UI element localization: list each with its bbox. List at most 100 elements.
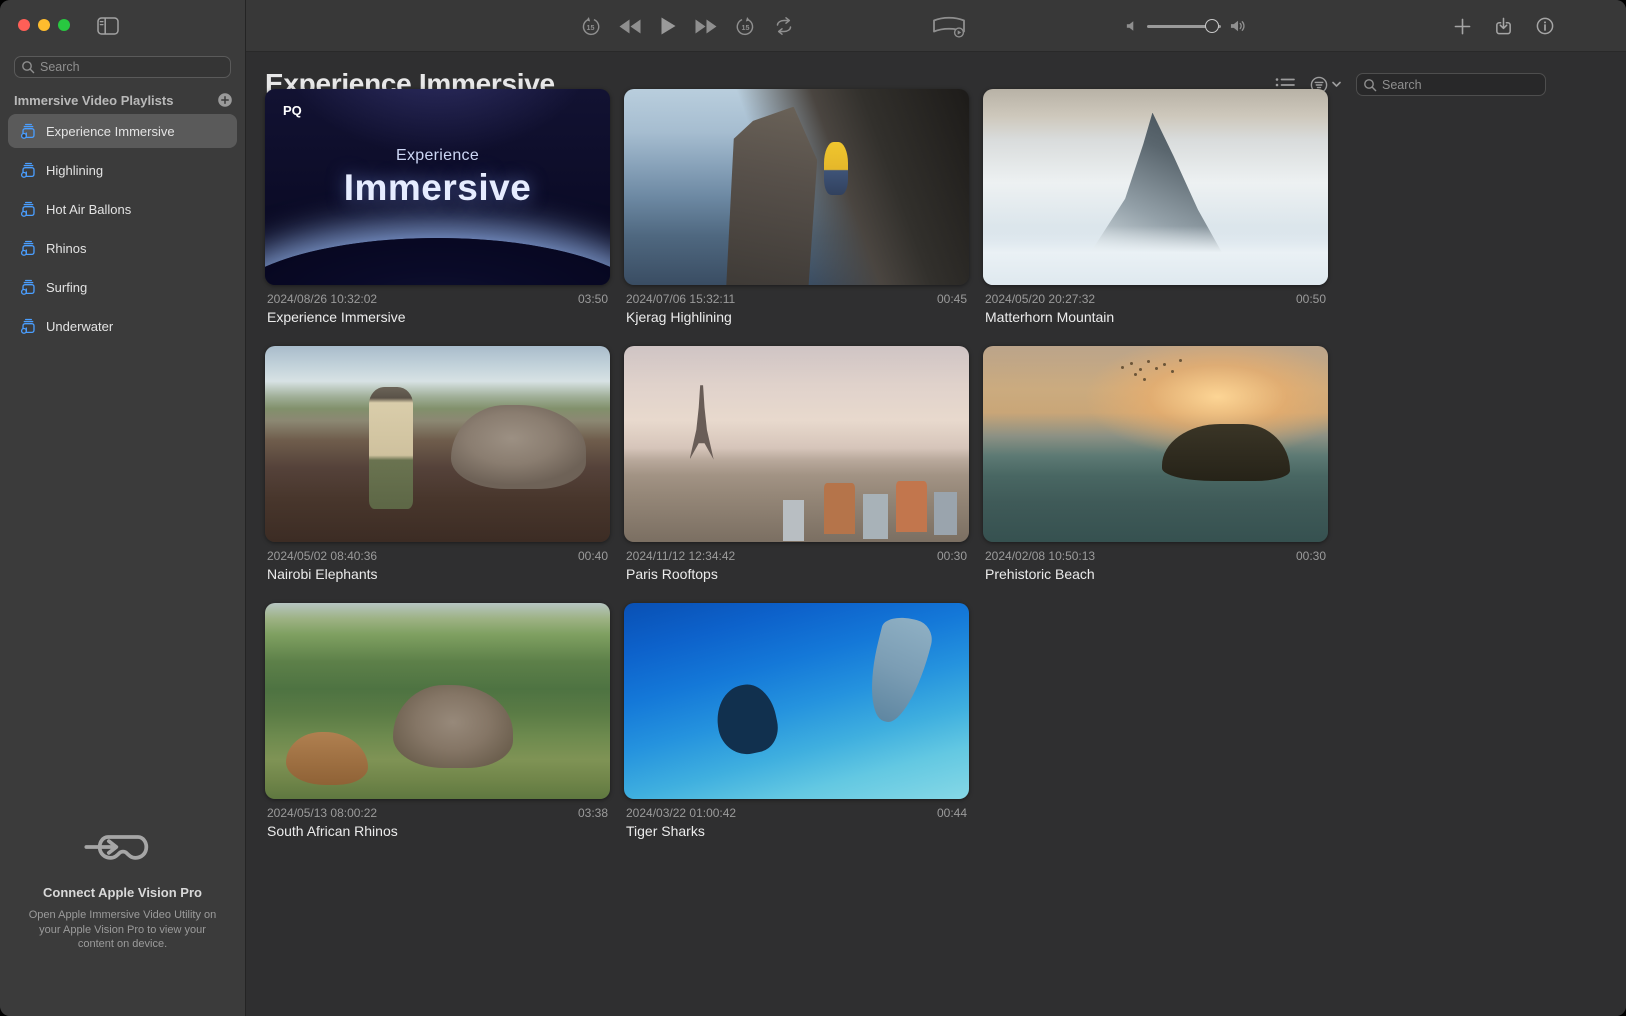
video-meta: 2024/07/06 15:32:11 00:45 [624,292,969,306]
video-date: 2024/05/20 20:27:32 [985,292,1095,306]
playlist-icon [20,240,37,257]
search-icon [1363,78,1377,92]
video-date: 2024/11/12 12:34:42 [626,549,735,563]
playlist-icon [20,123,37,140]
video-meta: 2024/11/12 12:34:42 00:30 [624,549,969,563]
video-thumbnail[interactable] [983,346,1328,542]
video-date: 2024/07/06 15:32:11 [626,292,735,306]
video-date: 2024/03/22 01:00:42 [626,806,736,820]
playlist-icon [20,318,37,335]
grid-search-field[interactable] [1356,73,1546,96]
video-thumbnail[interactable] [265,346,610,542]
video-title: Matterhorn Mountain [983,309,1328,325]
video-card[interactable]: 2024/02/08 10:50:13 00:30 Prehistoric Be… [983,346,1328,582]
video-card[interactable]: 2024/07/06 15:32:11 00:45 Kjerag Highlin… [624,89,969,325]
video-date: 2024/05/13 08:00:22 [267,806,377,820]
sidebar-playlist-item[interactable]: Surfing [8,270,237,304]
video-title: Experience Immersive [265,309,610,325]
add-button[interactable] [1454,18,1471,35]
sidebar-item-label: Experience Immersive [46,124,175,139]
video-thumbnail[interactable] [265,603,610,799]
connect-title: Connect Apple Vision Pro [18,885,227,900]
playlist-icon [20,279,37,296]
volume-slider-knob[interactable] [1205,19,1219,33]
close-button[interactable] [18,19,30,31]
video-meta: 2024/03/22 01:00:42 00:44 [624,806,969,820]
video-title: South African Rhinos [265,823,610,839]
playlist-icon [20,201,37,218]
minimize-button[interactable] [38,19,50,31]
sidebar-item-label: Highlining [46,163,103,178]
fast-forward-button[interactable] [694,18,718,35]
add-playlist-button[interactable] [217,92,233,108]
sidebar: Immersive Video Playlists Experience Imm… [0,0,246,1016]
video-meta: 2024/05/13 08:00:22 03:38 [265,806,610,820]
video-card[interactable]: 2024/05/13 08:00:22 03:38 South African … [265,603,610,839]
info-button[interactable] [1536,17,1554,35]
video-card[interactable]: 2024/05/02 08:40:36 00:40 Nairobi Elepha… [265,346,610,582]
video-card[interactable]: PQ Experience Immersive 2024/08/26 10:32… [265,89,610,325]
video-card[interactable]: 2024/11/12 12:34:42 00:30 Paris Rooftops [624,346,969,582]
rewind-button[interactable] [618,18,642,35]
app-window: Immersive Video Playlists Experience Imm… [0,0,1626,1016]
video-duration: 03:38 [578,806,608,820]
sidebar-item-label: Surfing [46,280,87,295]
video-thumbnail[interactable] [624,89,969,285]
volume-slider[interactable] [1147,25,1221,28]
video-duration: 00:40 [578,549,608,563]
repeat-button[interactable] [773,17,795,35]
video-duration: 03:50 [578,292,608,306]
svg-text:15: 15 [742,23,750,31]
volume-max-icon[interactable] [1230,19,1247,33]
video-date: 2024/02/08 10:50:13 [985,549,1095,563]
skip-back-15-button[interactable]: 15 [580,16,601,37]
video-meta: 2024/02/08 10:50:13 00:30 [983,549,1328,563]
video-card[interactable]: 2024/05/20 20:27:32 00:50 Matterhorn Mou… [983,89,1328,325]
sidebar-item-label: Underwater [46,319,113,334]
search-icon [21,60,35,74]
connect-body: Open Apple Immersive Video Utility on yo… [23,908,223,952]
sidebar-playlist-item[interactable]: Rhinos [8,231,237,265]
zoom-button[interactable] [58,19,70,31]
connect-vision-pro-panel: Connect Apple Vision Pro Open Apple Imme… [0,826,245,952]
sidebar-item-label: Rhinos [46,241,86,256]
grid-search-input[interactable] [1382,78,1539,92]
playlists-section-title: Immersive Video Playlists [14,93,173,108]
sidebar-playlist-item[interactable]: Experience Immersive [8,114,237,148]
video-title: Nairobi Elephants [265,566,610,582]
main-content: 15 [246,0,1626,1016]
video-card[interactable]: 2024/03/22 01:00:42 00:44 Tiger Sharks [624,603,969,839]
playlist-list: Experience Immersive Highlining Hot Air … [8,114,237,343]
volume-control [1126,0,1247,52]
toolbar: 15 [246,0,1626,52]
skip-forward-15-button[interactable]: 15 [735,16,756,37]
thumbnail-text-large: Immersive [265,167,610,209]
pq-badge: PQ [283,103,302,118]
video-title: Paris Rooftops [624,566,969,582]
sidebar-search-field[interactable] [14,56,231,78]
import-button[interactable] [1494,17,1513,36]
vision-pro-icon [18,826,227,873]
thumbnail-text-small: Experience [265,147,610,165]
video-date: 2024/08/26 10:32:02 [267,292,377,306]
video-thumbnail[interactable]: PQ Experience Immersive [265,89,610,285]
video-thumbnail[interactable] [624,603,969,799]
volume-min-icon[interactable] [1126,19,1138,33]
video-duration: 00:44 [937,806,967,820]
video-thumbnail[interactable] [624,346,969,542]
video-meta: 2024/05/20 20:27:32 00:50 [983,292,1328,306]
video-title: Kjerag Highlining [624,309,969,325]
svg-text:15: 15 [587,23,595,31]
sidebar-playlist-item[interactable]: Highlining [8,153,237,187]
play-button[interactable] [659,16,677,36]
immersive-screen-icon[interactable] [932,0,966,52]
video-thumbnail[interactable] [983,89,1328,285]
sidebar-search-input[interactable] [40,60,224,74]
video-duration: 00:30 [937,549,967,563]
sidebar-playlist-item[interactable]: Underwater [8,309,237,343]
playlist-icon [20,162,37,179]
video-grid: PQ Experience Immersive 2024/08/26 10:32… [265,89,1328,839]
sidebar-playlist-item[interactable]: Hot Air Ballons [8,192,237,226]
sidebar-toggle-icon[interactable] [96,16,120,36]
video-title: Tiger Sharks [624,823,969,839]
